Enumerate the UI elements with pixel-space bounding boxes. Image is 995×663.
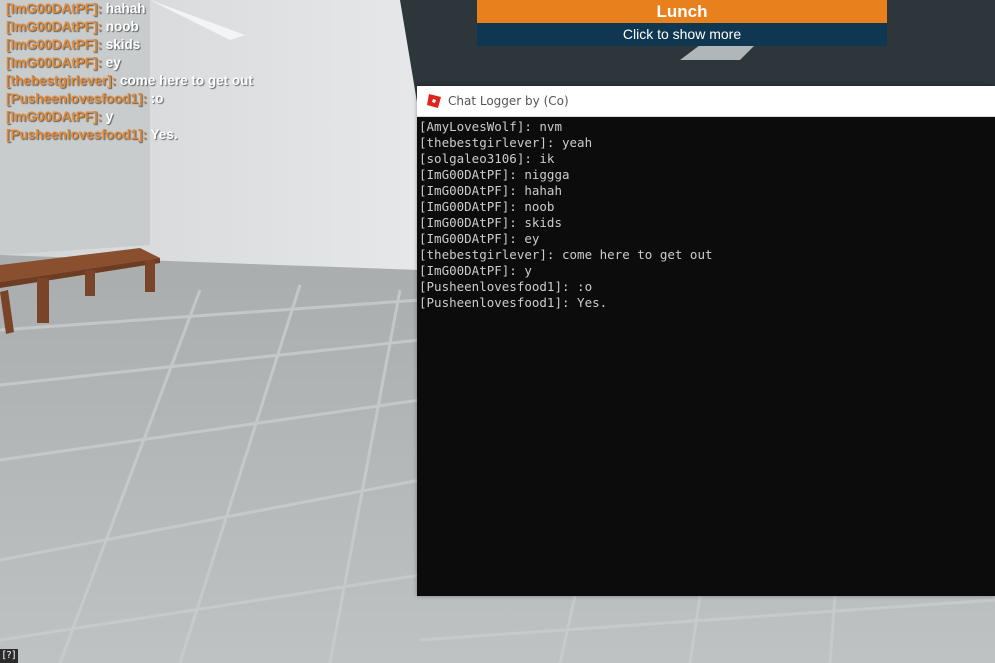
log-line: [ImG00DAtPF]: skids bbox=[419, 215, 562, 230]
log-line: [thebestgirlever]: yeah bbox=[419, 135, 593, 150]
log-line: [ImG00DAtPF]: niggga bbox=[419, 167, 570, 182]
log-line: [Pusheenlovesfood1]: :o bbox=[419, 279, 593, 294]
window-titlebar[interactable]: Chat Logger by (Co) bbox=[417, 86, 995, 117]
log-line: [ImG00DAtPF]: hahah bbox=[419, 183, 562, 198]
log-line: [ImG00DAtPF]: ey bbox=[419, 231, 540, 246]
log-line: [Pusheenlovesfood1]: Yes. bbox=[419, 295, 608, 310]
schedule-banner[interactable]: Lunch Click to show more bbox=[477, 0, 887, 46]
chat-message: Yes. bbox=[150, 127, 178, 142]
log-line: [AmyLovesWolf]: nvm bbox=[419, 119, 562, 134]
chat-username: [ImG00DAtPF]: bbox=[6, 1, 103, 16]
window-title: Chat Logger by (Co) bbox=[448, 94, 569, 108]
roblox-logo-icon bbox=[427, 94, 441, 108]
help-badge[interactable]: [?] bbox=[0, 649, 18, 663]
show-more-button[interactable]: Click to show more bbox=[477, 23, 887, 46]
chat-username: [thebestgirlever]: bbox=[6, 73, 117, 88]
chat-line: [ImG00DAtPF]: hahah bbox=[6, 0, 326, 18]
chat-line: [Pusheenlovesfood1]: Yes. bbox=[6, 126, 326, 144]
chat-line: [ImG00DAtPF]: ey bbox=[6, 54, 326, 72]
chat-username: [Pusheenlovesfood1]: bbox=[6, 127, 148, 142]
chat-line: [ImG00DAtPF]: noob bbox=[6, 18, 326, 36]
chat-logger-window[interactable]: Chat Logger by (Co) [AmyLovesWolf]: nvm … bbox=[417, 86, 995, 596]
chat-line: [thebestgirlever]: come here to get out bbox=[6, 72, 326, 90]
chat-username: [Pusheenlovesfood1]: bbox=[6, 91, 148, 106]
chat-line: [Pusheenlovesfood1]: :o bbox=[6, 90, 326, 108]
log-output[interactable]: [AmyLovesWolf]: nvm [thebestgirlever]: y… bbox=[417, 117, 995, 311]
game-chat: [ImG00DAtPF]: hahah [ImG00DAtPF]: noob [… bbox=[6, 0, 326, 144]
chat-line: [ImG00DAtPF]: y bbox=[6, 108, 326, 126]
chat-message: noob bbox=[105, 19, 139, 34]
banner-title: Lunch bbox=[477, 0, 887, 23]
log-line: [thebestgirlever]: come here to get out bbox=[419, 247, 713, 262]
chat-message: y bbox=[105, 109, 114, 124]
log-line: [ImG00DAtPF]: y bbox=[419, 263, 532, 278]
chat-message: ey bbox=[105, 55, 121, 70]
chat-message: hahah bbox=[105, 1, 146, 16]
chat-username: [ImG00DAtPF]: bbox=[6, 109, 103, 124]
chat-username: [ImG00DAtPF]: bbox=[6, 19, 103, 34]
chat-line: [ImG00DAtPF]: skids bbox=[6, 36, 326, 54]
chat-message: :o bbox=[150, 91, 164, 106]
chat-message: come here to get out bbox=[120, 73, 253, 88]
chat-username: [ImG00DAtPF]: bbox=[6, 37, 103, 52]
log-line: [ImG00DAtPF]: noob bbox=[419, 199, 555, 214]
log-line: [solgaleo3106]: ik bbox=[419, 151, 555, 166]
chat-message: skids bbox=[105, 37, 141, 52]
chat-username: [ImG00DAtPF]: bbox=[6, 55, 103, 70]
